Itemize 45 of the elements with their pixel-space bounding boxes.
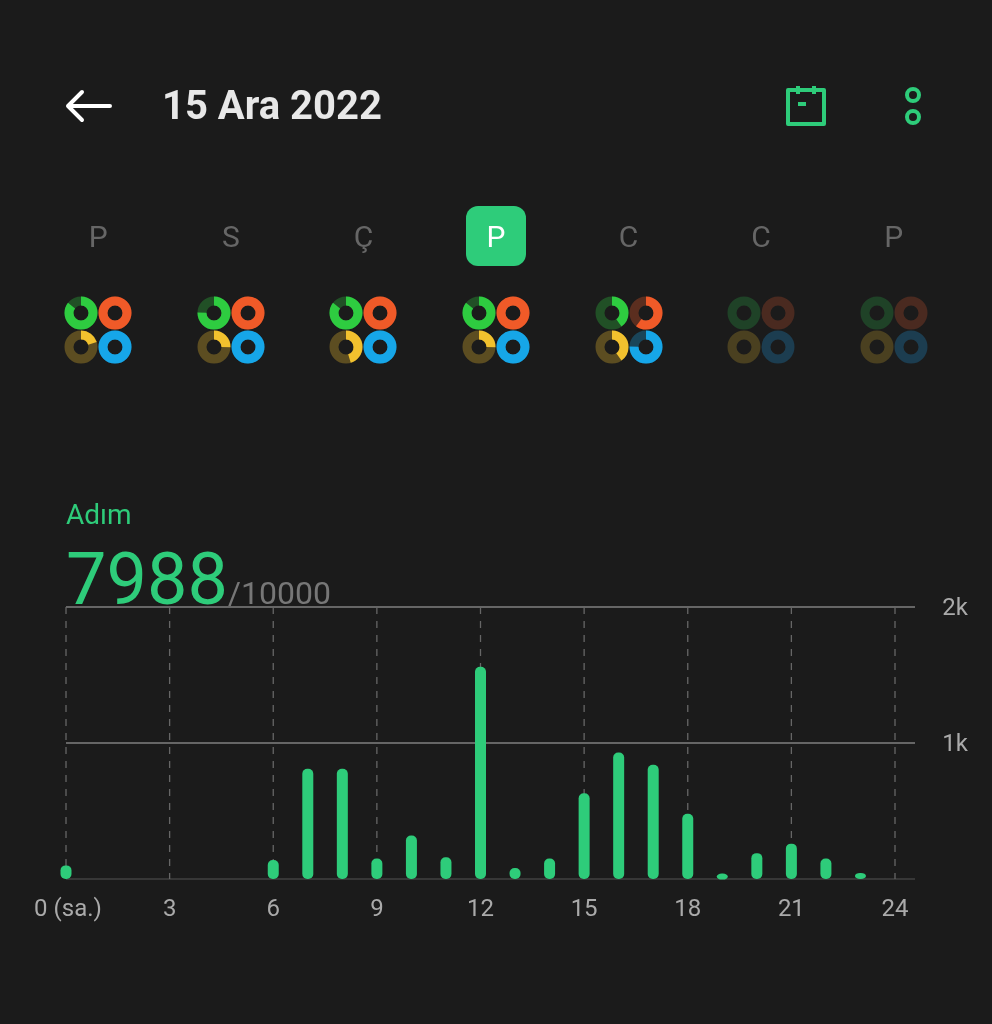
day-tab[interactable]: Ç — [333, 206, 394, 266]
x-axis-label: 18 — [674, 894, 702, 922]
day-tab[interactable]: P — [68, 206, 129, 266]
step-bar — [60, 865, 72, 879]
activity-rings-icon — [727, 296, 796, 364]
activity-rings-icon — [462, 296, 530, 364]
step-bar — [267, 859, 279, 879]
step-bar — [440, 857, 452, 879]
step-bar — [716, 873, 728, 880]
date-title: 15 Ara 2022 — [162, 81, 382, 131]
step-bar — [854, 872, 866, 879]
step-bar — [509, 868, 521, 879]
step-bar — [751, 853, 763, 879]
step-bar — [785, 843, 797, 879]
x-axis-label: 3 — [162, 894, 177, 922]
day-tab[interactable]: P — [466, 206, 526, 266]
activity-rings-icon — [329, 296, 398, 364]
x-axis-label: 0 (sa.) — [34, 894, 102, 922]
y-axis-label: 1k — [942, 729, 968, 757]
back-arrow-icon[interactable] — [64, 89, 112, 123]
steps-value: 7988 — [66, 536, 228, 624]
day-tab[interactable]: C — [598, 206, 659, 266]
day-tab[interactable]: S — [200, 206, 261, 266]
x-axis-label: 12 — [467, 894, 494, 922]
activity-rings-icon — [859, 296, 928, 364]
x-axis-label: 24 — [881, 894, 909, 922]
x-axis-label: 6 — [266, 894, 280, 922]
steps-label: Adım — [65, 497, 133, 533]
step-bar — [371, 858, 383, 879]
steps-goal: /10000 — [227, 573, 331, 614]
x-axis-label: 9 — [370, 894, 384, 922]
x-axis-label: 15 — [570, 894, 598, 922]
activity-rings-icon — [594, 296, 663, 364]
x-axis-label: 21 — [777, 894, 805, 922]
activity-rings-icon — [196, 296, 265, 364]
y-axis-label: 2k — [942, 593, 968, 621]
calendar-icon[interactable] — [784, 84, 828, 128]
activity-rings-icon — [64, 296, 133, 364]
step-bar — [682, 813, 694, 879]
day-tab[interactable]: P — [863, 206, 924, 266]
more-options-icon[interactable] — [904, 86, 922, 126]
step-bar — [820, 858, 832, 879]
step-bar — [544, 858, 556, 879]
day-tab[interactable]: C — [731, 206, 792, 266]
step-bar — [405, 835, 417, 879]
